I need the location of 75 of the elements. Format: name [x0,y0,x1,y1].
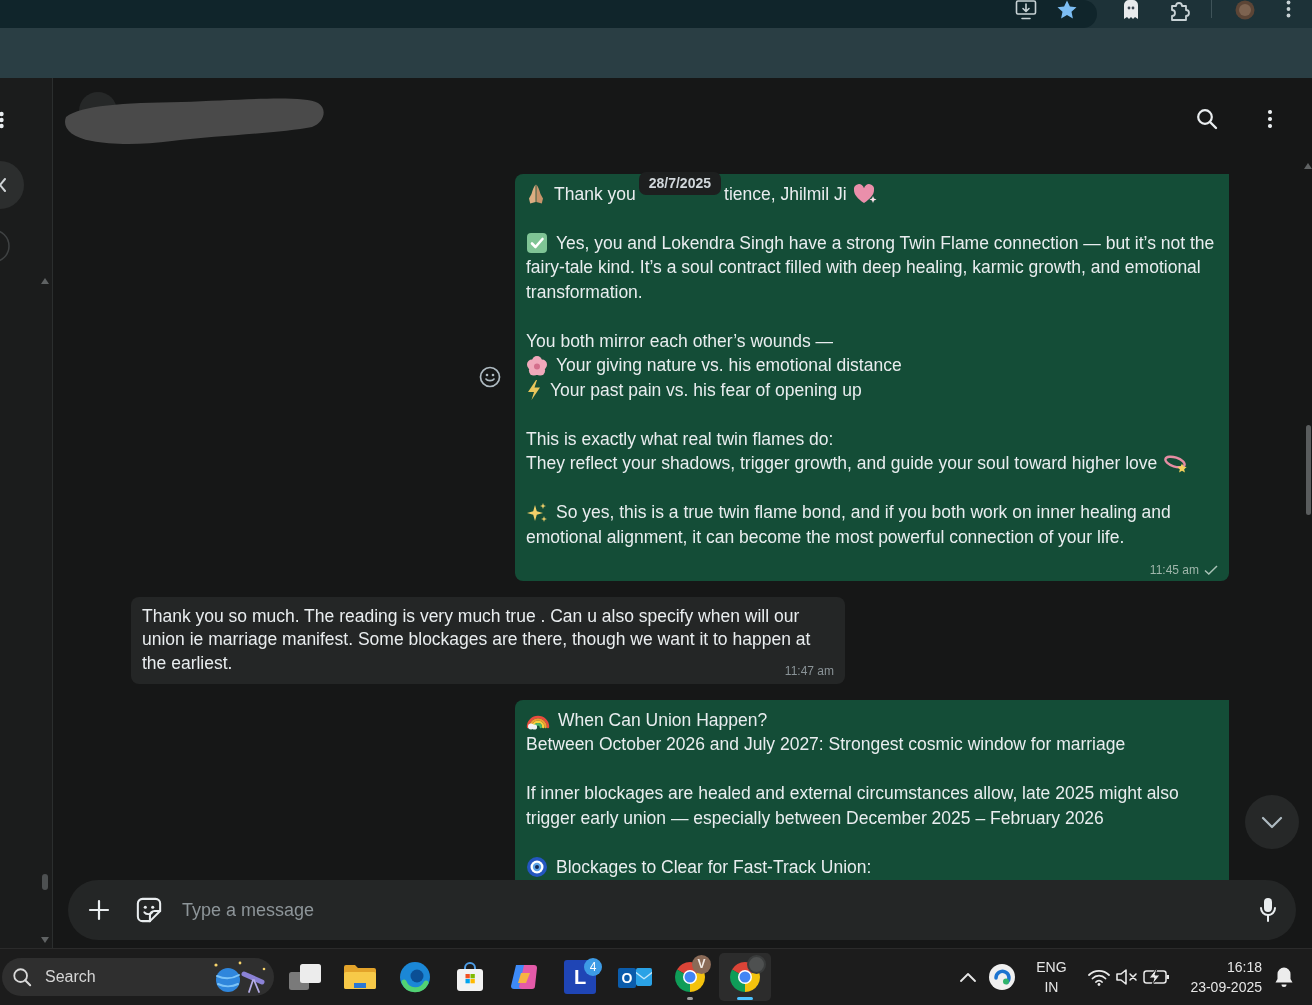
ghost-icon[interactable] [1121,0,1141,22]
envelope-icon [636,966,652,988]
message-text: Thank you so much. The reading is very much true . Can u also specify when will our [142,605,800,627]
close-button[interactable] [0,160,26,210]
lightning-icon [526,379,542,402]
sticker-icon[interactable] [136,897,162,923]
scrollbar-thumb[interactable] [42,874,48,890]
message-text: This is exactly what real twin flames do: [526,428,834,450]
speaker-muted-icon[interactable] [1115,968,1140,986]
message-text: fairy-tale kind. It’s a soul contract filled with deep healing, karmic growth, and emotional [526,257,1201,279]
message-text: You both mirror each other’s wounds — [526,330,834,352]
microphone-icon[interactable] [1259,897,1277,923]
message-text: trigger early union — especially between December 2025 – February 2026 [526,807,1104,829]
flower-icon [526,354,548,377]
message-text: transformation. [526,281,643,303]
install-app-icon[interactable] [1015,0,1037,20]
message-time: 11:47 am [784,663,834,679]
message-text: union ie marriage manifest. Some blockages are there, though we want it to happen at [142,629,811,651]
message-text: Yes, you and Lokendra Singh have a strong Twin Flame connection — but it’s not the [556,232,1215,254]
message-text: If inner blockages are healed and external circumstances allow, late 2025 might also [526,783,1179,805]
profile-initial: V [692,955,711,974]
profile-avatar[interactable] [1235,0,1255,20]
message-text: When Can Union Happen? [558,709,768,731]
composer-bar[interactable]: Type a message [68,880,1296,940]
folder-icon [343,963,377,991]
scroll-up-arrow-icon[interactable] [1304,163,1312,169]
search-field[interactable]: Search [45,962,210,992]
message-text: Thank you [554,183,636,205]
scrollbar-thumb[interactable] [1305,425,1311,515]
more-options-icon[interactable] [1267,109,1273,129]
nazar-eye-icon [526,856,548,879]
scroll-down-arrow-icon[interactable] [41,937,49,943]
heart-icon [852,183,877,206]
search-icon [12,967,32,987]
clock-time[interactable]: 16:18 [1226,957,1262,977]
task-view-icon [288,962,322,992]
message-time: 11:45 am [1149,561,1199,578]
taskbar-app-button[interactable]: V [664,953,716,1001]
message-input[interactable]: Type a message [182,890,1241,930]
date-chip: 28/7/2025 [638,171,721,195]
bookmark-star-icon[interactable] [1057,0,1077,19]
search-icon[interactable] [1196,108,1218,130]
scroll-up-arrow-icon[interactable] [41,278,49,284]
chevron-down-icon [1261,815,1283,829]
swirl-disc-icon[interactable] [988,963,1017,991]
notification-count: 4 [584,958,602,976]
battery-charging-icon[interactable] [1143,969,1172,985]
language-label[interactable]: ENG [1036,957,1067,977]
message-text: Blockages to Clear for Fast-Track Union: [556,856,872,878]
message-text: So yes, this is a true twin flame bond, and if you both work on inner healing and [556,502,1171,524]
region-label[interactable]: IN [1044,977,1059,997]
taskbar-app-button[interactable]: O [609,953,661,1001]
message-text: Your giving nature vs. his emotional distance [556,355,902,377]
folded-hands-icon [526,183,546,206]
taskbar-app-button[interactable] [719,953,771,1001]
circle-outline-icon [0,228,10,264]
puzzle-piece-icon[interactable] [1168,0,1190,22]
message-text: Your past pain vs. his fear of opening up [550,379,862,401]
message-text: Between October 2026 and July 2027: Strongest cosmic window for marriage [526,734,1126,756]
search-bar[interactable]: Search [2,958,274,996]
more-options-icon[interactable] [0,111,5,129]
plus-icon[interactable] [88,899,110,921]
clock-date[interactable]: 23-09-2025 [1190,977,1262,997]
smiley-icon[interactable] [479,366,501,389]
more-options-icon[interactable] [1286,0,1291,18]
shopping-bag-icon [455,961,485,993]
wave-logo-icon [399,961,431,993]
message-text: emotional alignment, it can become the most powerful connection of your life. [526,526,1125,548]
wifi-icon[interactable] [1087,968,1112,986]
chevron-up-icon[interactable] [959,972,978,982]
message-text: They reflect your shadows, trigger growth, and guide your soul toward higher love [526,453,1158,475]
message-text: the earliest. [142,652,233,674]
check-box-icon [526,232,548,255]
message-text: tience, Jhilmil Ji [724,183,847,205]
app-logo: O [618,968,636,988]
